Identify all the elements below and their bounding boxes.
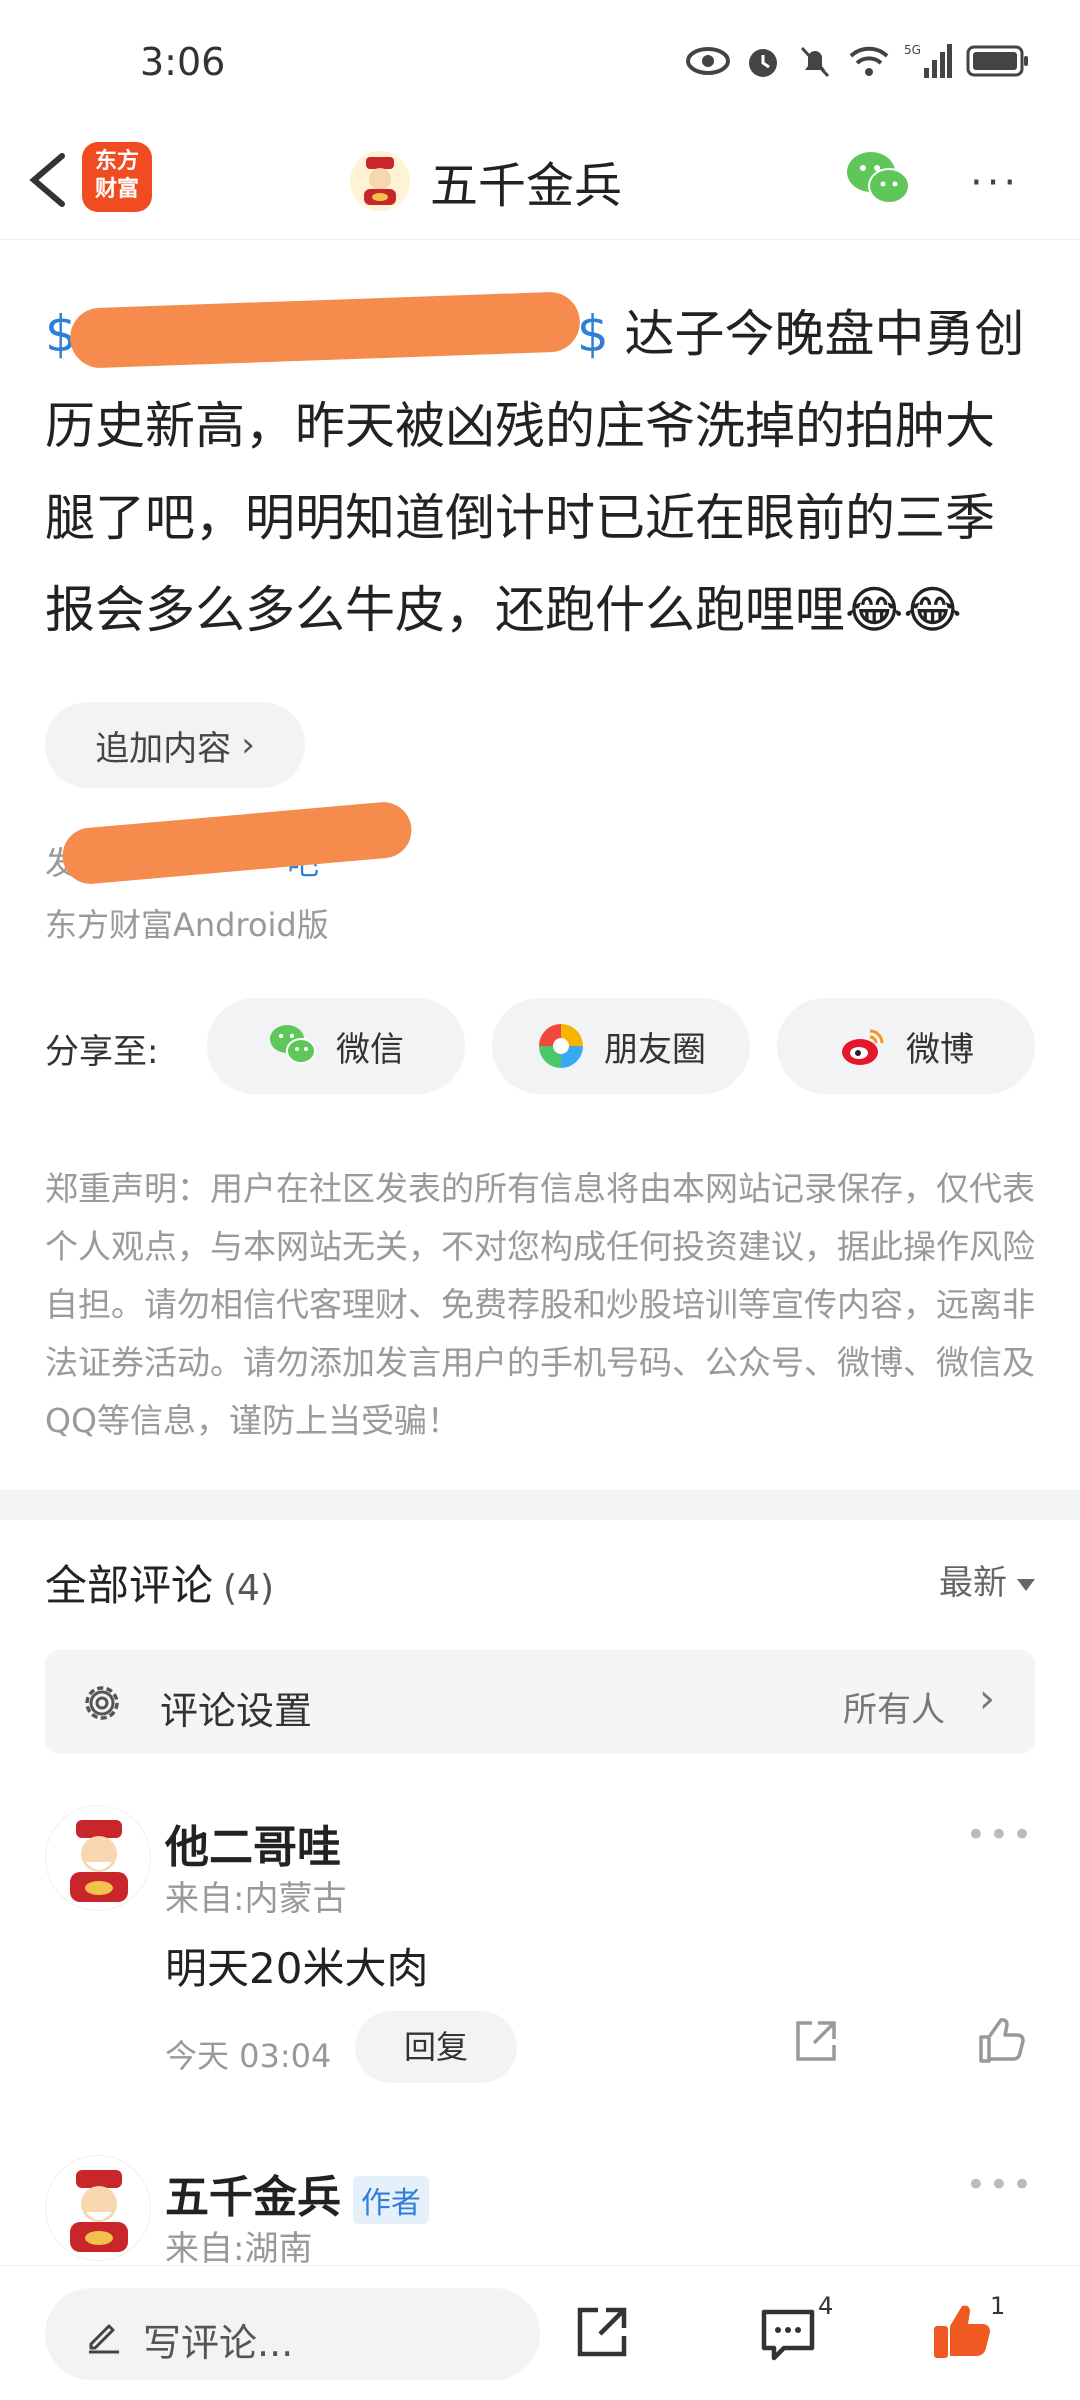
status-icons: 5G [686, 42, 1030, 84]
comment-settings-row[interactable]: 评论设置 所有人 › [45, 1650, 1035, 1754]
share-weibo-label: 微博 [906, 1029, 974, 1070]
comment-bubble-icon[interactable] [758, 2304, 818, 2364]
sort-label: 最新 [939, 1563, 1007, 1603]
chevron-right-icon: › [241, 725, 255, 765]
avatar[interactable] [45, 2155, 151, 2261]
wechat-icon [847, 152, 910, 204]
eye-icon [686, 46, 730, 80]
god-of-wealth-avatar-icon [46, 2156, 150, 2260]
back-button[interactable] [22, 148, 78, 212]
comment-author[interactable]: 五千金兵 作者 [165, 2161, 429, 2225]
post-source: 东方财富Android版 [45, 906, 329, 944]
comment-settings-label: 评论设置 [160, 1689, 313, 1733]
comment-author[interactable]: 他二哥哇 [165, 1811, 341, 1875]
back-arrow-icon [29, 153, 65, 207]
eastmoney-logo[interactable]: 东方 财富 [82, 142, 152, 212]
avatar[interactable] [45, 1805, 151, 1911]
gear-icon [85, 1686, 119, 1720]
battery-icon [966, 44, 1030, 82]
status-bar: 3:06 5G [0, 0, 1080, 120]
thumbs-up-icon[interactable] [930, 2300, 994, 2364]
chevron-right-icon: › [979, 1676, 995, 1722]
thumbs-up-icon[interactable] [975, 2015, 1027, 2067]
stock-link-suffix[interactable]: $ [577, 305, 609, 363]
sort-dropdown[interactable]: 最新 [939, 1555, 1035, 1604]
title-area[interactable]: 五千金兵 [350, 146, 622, 216]
share-row: 分享至: 微信 朋友圈 微博 [45, 998, 1035, 1098]
comment-location: 来自:内蒙古 [165, 1879, 347, 1919]
share-wechat-button[interactable]: 微信 [207, 998, 465, 1094]
share-icon[interactable] [790, 2015, 842, 2067]
god-of-wealth-avatar-icon [350, 151, 410, 211]
share-moments-button[interactable]: 朋友圈 [492, 998, 750, 1094]
pencil-icon [89, 2324, 119, 2354]
god-of-wealth-avatar-icon [46, 1806, 150, 1910]
more-button[interactable]: ··· [970, 160, 1040, 206]
comments-title-label: 全部评论 [45, 1561, 214, 1610]
mute-icon [796, 42, 834, 84]
wechat-icon [270, 1025, 316, 1064]
section-divider [0, 1490, 1080, 1520]
top-nav: 东方 财富 五千金兵 ··· [0, 120, 1080, 240]
comment-more-button[interactable]: ••• [966, 2165, 1035, 2205]
comment-more-button[interactable]: ••• [966, 1815, 1035, 1855]
share-weibo-button[interactable]: 微博 [777, 998, 1035, 1094]
alarm-icon [744, 42, 782, 84]
comment-count-badge: 4 [818, 2292, 834, 2320]
network-type: 5G [904, 43, 921, 57]
disclaimer-text: 郑重声明：用户在社区发表的所有信息将由本网站记录保存，仅代表个人观点，与本网站无… [45, 1169, 1035, 1440]
caret-down-icon [1017, 1578, 1035, 1591]
append-content-label: 追加内容 [95, 728, 232, 769]
page-title: 五千金兵 [430, 158, 623, 214]
share-moments-label: 朋友圈 [604, 1029, 706, 1070]
author-badge: 作者 [353, 2176, 429, 2224]
moments-icon [539, 1024, 583, 1068]
logo-line-1: 东方 [94, 149, 139, 174]
comment-item: 五千金兵 作者 来自:湖南 ••• [45, 2155, 1035, 2265]
comment-settings-value: 所有人 [843, 1690, 945, 1730]
comments-count: (4) [223, 1568, 275, 1609]
like-count-badge: 1 [990, 2292, 1006, 2320]
wifi-icon [848, 44, 890, 82]
signal-icon: 5G [904, 42, 952, 84]
comments-title: 全部评论 (4) [45, 1552, 274, 1613]
comment-location: 来自:湖南 [165, 2229, 313, 2265]
share-wechat-label: 微信 [336, 1029, 404, 1070]
reply-button[interactable]: 回复 [355, 2011, 517, 2083]
bottom-action-bar: 写评论... 4 1 [0, 2265, 1080, 2400]
status-time: 3:06 [140, 40, 226, 84]
logo-line-2: 财富 [94, 177, 139, 202]
comment-input-placeholder: 写评论... [143, 2321, 294, 2365]
comment-input[interactable]: 写评论... [45, 2288, 540, 2380]
weibo-icon [842, 1029, 884, 1065]
comment-author-name: 五千金兵 [165, 2172, 341, 2223]
wechat-share-button[interactable] [845, 148, 913, 208]
share-icon[interactable] [572, 2302, 632, 2362]
append-content-button[interactable]: 追加内容 › [45, 702, 305, 788]
comment-item: 他二哥哇 来自:内蒙古 ••• 明天20米大肉 今天 03:04 回复 [45, 1805, 1035, 2105]
comment-text: 明天20米大肉 [165, 1944, 429, 1993]
share-label: 分享至: [45, 1032, 159, 1072]
comment-time: 今天 03:04 [165, 2037, 332, 2075]
